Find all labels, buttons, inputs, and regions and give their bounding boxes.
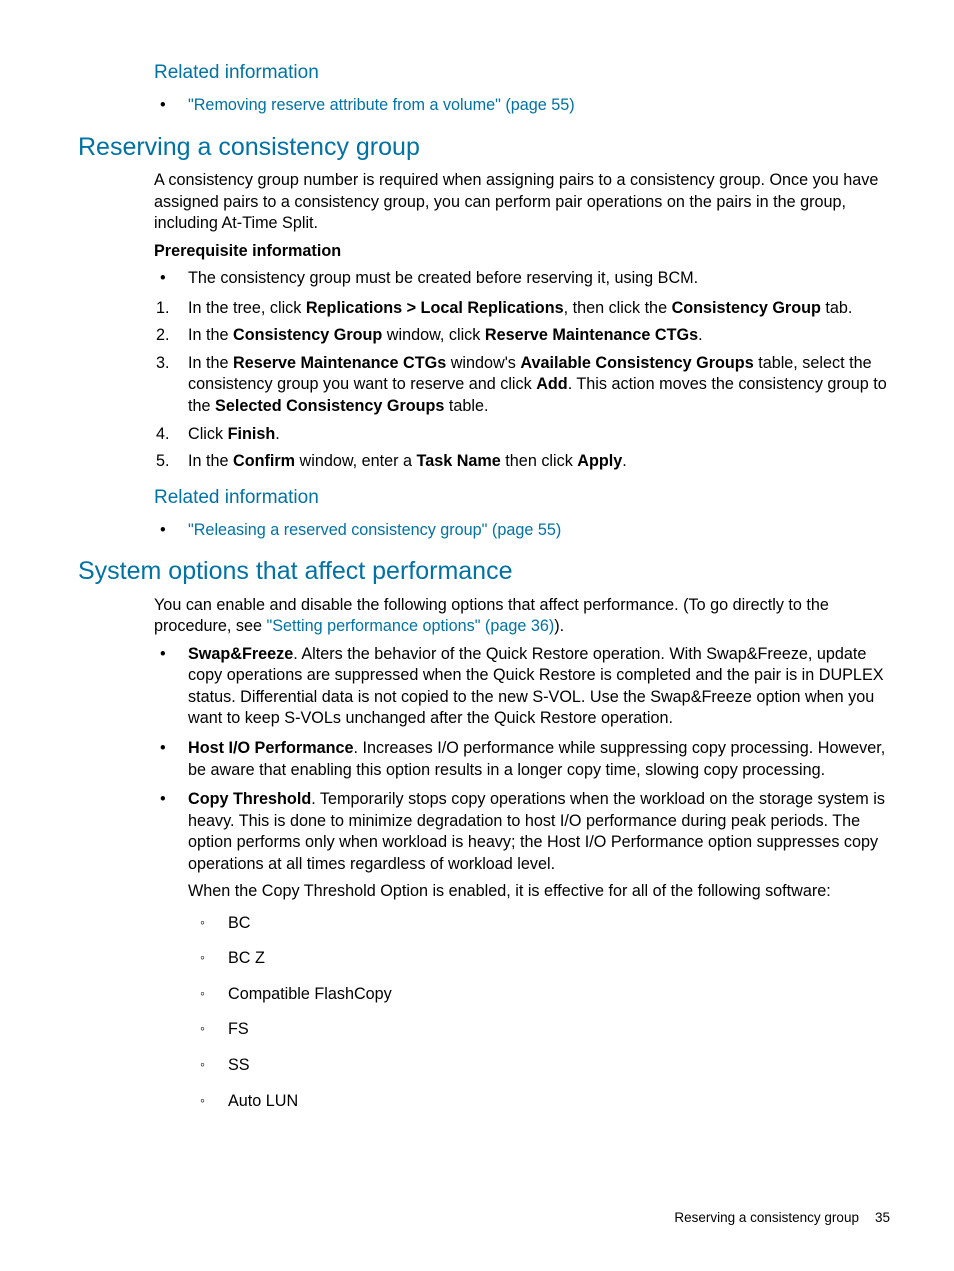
step-1: In the tree, click Replications > Local … bbox=[154, 298, 890, 320]
list-item: "Removing reserve attribute from a volum… bbox=[154, 95, 890, 117]
step-4: Click Finish. bbox=[154, 424, 890, 446]
options-list: Swap&Freeze. Alters the behavior of the … bbox=[154, 644, 890, 1112]
software-item: FS bbox=[188, 1019, 890, 1041]
software-item: Compatible FlashCopy bbox=[188, 984, 890, 1006]
step-2: In the Consistency Group window, click R… bbox=[154, 325, 890, 347]
footer-text: Reserving a consistency group bbox=[674, 1210, 859, 1225]
list-item: "Releasing a reserved consistency group"… bbox=[154, 520, 890, 542]
heading-system-options: System options that affect performance bbox=[64, 555, 890, 588]
document-page: Related information "Removing reserve at… bbox=[0, 0, 954, 1271]
link-remove-reserve[interactable]: "Removing reserve attribute from a volum… bbox=[188, 96, 575, 114]
prereq-label: Prerequisite information bbox=[154, 241, 890, 263]
software-list: BC BC Z Compatible FlashCopy FS SS Auto … bbox=[188, 913, 890, 1112]
option-copy-threshold: Copy Threshold. Temporarily stops copy o… bbox=[154, 789, 890, 1112]
page-footer: Reserving a consistency group 35 bbox=[674, 1209, 890, 1227]
heading-reserving-group: Reserving a consistency group bbox=[64, 131, 890, 164]
heading-related-info-2: Related information bbox=[64, 485, 890, 510]
related-list-1: "Removing reserve attribute from a volum… bbox=[154, 95, 890, 117]
system-options-intro: You can enable and disable the following… bbox=[154, 595, 890, 638]
link-release-reserved[interactable]: "Releasing a reserved consistency group"… bbox=[188, 521, 561, 539]
heading-related-info-1: Related information bbox=[64, 60, 890, 85]
step-5: In the Confirm window, enter a Task Name… bbox=[154, 451, 890, 473]
related-list-2: "Releasing a reserved consistency group"… bbox=[154, 520, 890, 542]
page-number: 35 bbox=[875, 1210, 890, 1225]
procedure-steps: In the tree, click Replications > Local … bbox=[154, 298, 890, 473]
link-setting-performance[interactable]: "Setting performance options" (page 36) bbox=[266, 617, 554, 635]
software-item: Auto LUN bbox=[188, 1091, 890, 1113]
copy-threshold-sub: When the Copy Threshold Option is enable… bbox=[188, 881, 890, 903]
intro-paragraph: A consistency group number is required w… bbox=[154, 170, 890, 235]
software-item: BC bbox=[188, 913, 890, 935]
option-host-io: Host I/O Performance. Increases I/O perf… bbox=[154, 738, 890, 781]
software-item: BC Z bbox=[188, 948, 890, 970]
list-item: The consistency group must be created be… bbox=[154, 268, 890, 290]
software-item: SS bbox=[188, 1055, 890, 1077]
option-swap-freeze: Swap&Freeze. Alters the behavior of the … bbox=[154, 644, 890, 730]
prereq-list: The consistency group must be created be… bbox=[154, 268, 890, 290]
step-3: In the Reserve Maintenance CTGs window's… bbox=[154, 353, 890, 418]
